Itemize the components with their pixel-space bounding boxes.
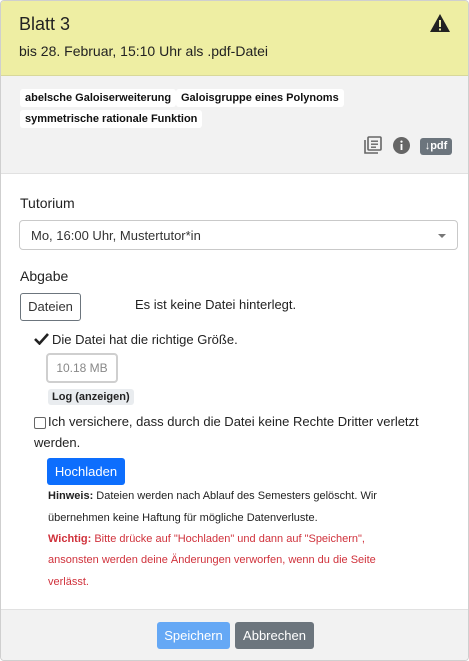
size-ok-text: Die Datei hat die richtige Größe. <box>52 332 238 347</box>
log-toggle[interactable]: Log (anzeigen) <box>48 389 134 405</box>
chevron-down-icon <box>438 234 446 238</box>
tag[interactable]: abelsche Galoiserweiterung <box>20 89 177 107</box>
declaration-text-line2: werden. <box>34 435 81 450</box>
cancel-button[interactable]: Abbrechen <box>235 622 314 649</box>
hint-line2: übernehmen keine Haftung für mögliche Da… <box>48 512 318 524</box>
warning-triangle-icon <box>430 14 450 32</box>
deadline-text: bis 28. Februar, 15:10 Uhr als .pdf-Date… <box>19 43 269 59</box>
upload-button[interactable]: Hochladen <box>47 458 125 485</box>
save-button[interactable]: Speichern <box>157 622 230 649</box>
checkmark-icon <box>34 333 49 345</box>
tutorium-label: Tutorium <box>20 195 75 211</box>
important-text: Bitte drücke auf "Hochladen" und dann au… <box>94 533 365 545</box>
hint-label: Hinweis: <box>48 490 94 502</box>
tutorium-select[interactable]: Mo, 16:00 Uhr, Mustertutor*in <box>19 220 458 250</box>
important-line2: ansonsten werden deine Änderungen verwor… <box>48 554 376 566</box>
files-button[interactable]: Dateien <box>20 293 81 321</box>
important-line3: verlässt. <box>48 576 89 588</box>
tutorium-selected-value: Mo, 16:00 Uhr, Mustertutor*in <box>31 228 201 243</box>
no-file-text: Es ist keine Datei hinterlegt. <box>135 297 297 312</box>
tag[interactable]: Galoisgruppe eines Polynoms <box>176 89 344 107</box>
pdf-download-badge[interactable]: ↓pdf <box>420 138 452 155</box>
info-icon[interactable] <box>393 137 410 154</box>
tag[interactable]: symmetrische rationale Funktion <box>20 110 203 128</box>
abgabe-label: Abgabe <box>20 268 69 284</box>
declaration-checkbox[interactable] <box>34 417 46 429</box>
important-label: Wichtig: <box>48 533 92 545</box>
card-header: Blatt 3 bis 28. Februar, 15:10 Uhr als .… <box>1 1 468 76</box>
declaration-text-line1: Ich versichere, dass durch die Datei kei… <box>48 414 419 429</box>
submission-card: Blatt 3 bis 28. Februar, 15:10 Uhr als .… <box>0 0 469 661</box>
collection-icon[interactable] <box>364 136 382 154</box>
important-line1: Wichtig: Bitte drücke auf "Hochladen" un… <box>48 533 365 545</box>
hint-text: Dateien werden nach Ablauf des Semesters… <box>96 490 377 502</box>
hint-line1: Hinweis: Dateien werden nach Ablauf des … <box>48 490 377 502</box>
file-size-field: 10.18 MB <box>46 353 118 383</box>
sheet-title: Blatt 3 <box>19 14 71 34</box>
